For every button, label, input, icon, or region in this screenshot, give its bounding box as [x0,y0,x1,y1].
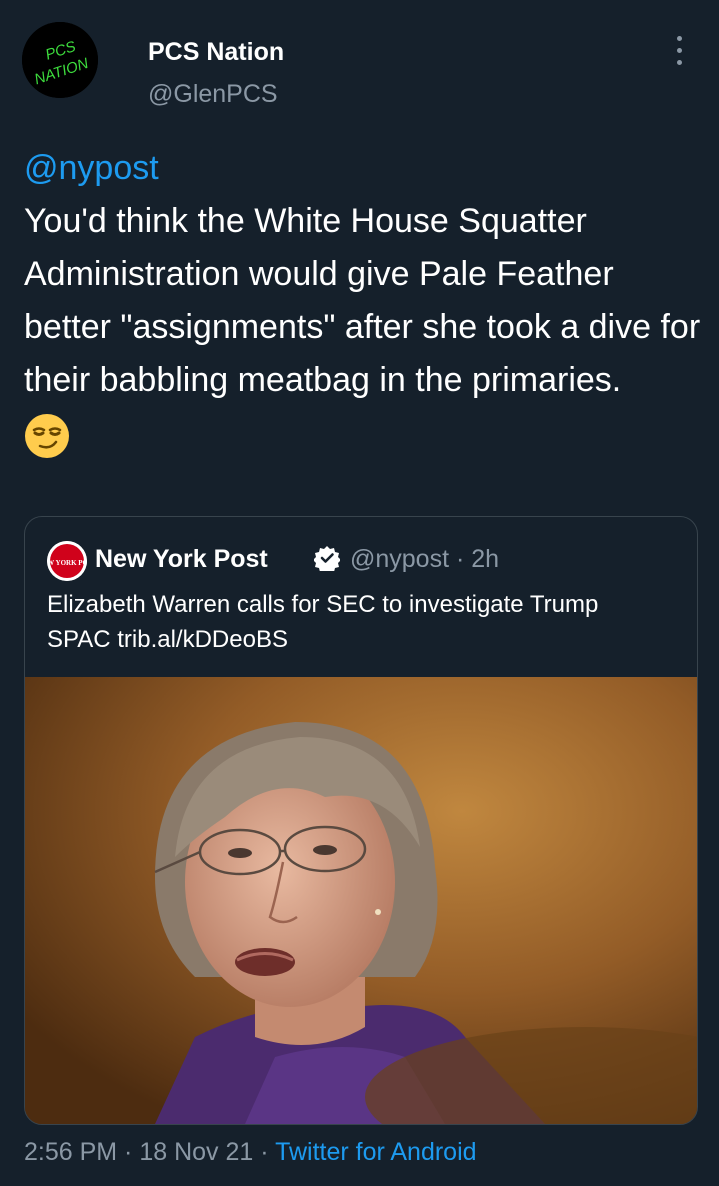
smirking-face-icon [25,414,69,458]
quoted-tweet-text: Elizabeth Warren calls for SEC to invest… [47,591,599,653]
tweet-source-link[interactable]: Twitter for Android [275,1138,476,1166]
more-options-icon[interactable] [677,36,687,76]
author-name[interactable]: PCS Nation [148,38,284,67]
quoted-avatar-text: NEW YORK POST [47,559,87,567]
quoted-avatar: NEW YORK POST [47,541,87,581]
tweet-body: You'd think the White House Squatter Adm… [24,202,701,399]
quoted-author-name: New York Post [95,545,268,573]
quoted-handle-time: @nypost · 2h [350,545,500,573]
tweet-header: PCS NATION PCS Nation @GlenPCS [22,22,697,108]
tweet-timestamp[interactable]: 2:56 PM · 18 Nov 21 · [24,1138,275,1166]
tweet-metadata: 2:56 PM · 18 Nov 21 · Twitter for Androi… [24,1138,477,1167]
quoted-tweet[interactable]: NEW YORK POST New York Post @nypost · 2h… [24,516,698,1125]
tweet-text: @nypost You'd think the White House Squa… [24,142,704,459]
avatar-logo: PCS NATION [22,22,98,98]
quoted-tweet-photo[interactable] [25,677,697,1124]
quoted-tweet-header: NEW YORK POST New York Post @nypost · 2h [47,539,687,581]
avatar[interactable]: PCS NATION [22,22,98,98]
photo-of-woman-speaking [25,677,697,1124]
author-handle[interactable]: @GlenPCS [148,80,278,109]
verified-badge-icon [314,546,340,571]
mention-link[interactable]: @nypost [24,142,704,195]
